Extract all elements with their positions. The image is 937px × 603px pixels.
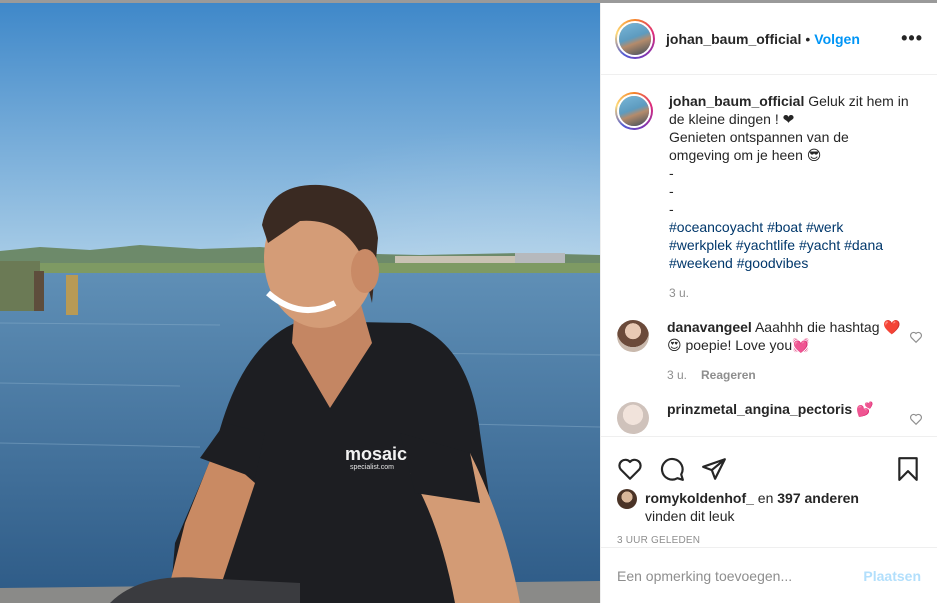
likes-connector: en xyxy=(757,490,774,506)
follow-button[interactable]: Volgen xyxy=(814,31,860,47)
liker-avatar[interactable] xyxy=(617,489,637,509)
add-comment-bar: Plaatsen xyxy=(601,547,937,603)
post-photo[interactable]: mosaic specialist.com xyxy=(0,3,600,603)
bookmark-icon[interactable] xyxy=(895,456,921,482)
commenter-avatar[interactable] xyxy=(615,318,651,354)
caption-avatar[interactable] xyxy=(615,92,653,130)
header-separator: • xyxy=(805,30,811,47)
post-header: johan_baum_official • Volgen ••• xyxy=(601,3,937,75)
comment-like-icon[interactable] xyxy=(909,330,923,344)
comment-item: danavangeel Aaahhh die hashtag ❤️😍 poepi… xyxy=(615,318,923,384)
caption: johan_baum_official Geluk zit hem in de … xyxy=(615,92,923,302)
caption-username[interactable]: johan_baum_official xyxy=(669,93,804,109)
hashtag-link[interactable]: #goodvibes xyxy=(737,255,809,271)
likes-count[interactable]: 397 anderen xyxy=(777,490,859,506)
likes-summary: romykoldenhof_ en 397 anderen vinden dit… xyxy=(601,489,937,525)
comment-like-icon[interactable] xyxy=(909,412,923,426)
author-avatar[interactable] xyxy=(615,18,655,59)
commenter-avatar[interactable] xyxy=(615,400,651,436)
action-bar xyxy=(601,437,937,489)
comments-list[interactable]: johan_baum_official Geluk zit hem in de … xyxy=(601,76,937,436)
hashtag-link[interactable]: #boat xyxy=(767,219,802,235)
caption-line2: Genieten ontspannen van de omgeving om j… xyxy=(669,129,849,163)
hashtag-link[interactable]: #dana xyxy=(844,237,883,253)
share-icon[interactable] xyxy=(701,456,727,482)
reply-button[interactable]: Reageren xyxy=(701,366,756,384)
caption-time[interactable]: 3 u. xyxy=(669,284,689,302)
likes-suffix: vinden dit leuk xyxy=(645,508,735,524)
post-timestamp[interactable]: 3 UUR GELEDEN xyxy=(601,535,937,546)
liker-username[interactable]: romykoldenhof_ xyxy=(645,490,754,506)
shirt-logo-sub: specialist.com xyxy=(350,464,394,471)
caption-dash: - xyxy=(669,165,674,181)
caption-dash: - xyxy=(669,201,674,217)
hashtag-link[interactable]: #weekend xyxy=(669,255,733,271)
comment-text: 💕 xyxy=(856,401,874,417)
hashtag-link[interactable]: #oceancoyacht xyxy=(669,219,763,235)
more-options-icon[interactable]: ••• xyxy=(901,28,923,49)
comment-input[interactable] xyxy=(617,567,864,584)
commenter-username[interactable]: prinzmetal_angina_pectoris xyxy=(667,401,852,417)
comment-item: prinzmetal_angina_pectoris 💕 xyxy=(615,400,923,436)
commenter-username[interactable]: danavangeel xyxy=(667,319,752,335)
post-side-panel: johan_baum_official • Volgen ••• johan_b… xyxy=(600,3,937,603)
hashtag-link[interactable]: #werkplek xyxy=(669,237,732,253)
hashtag-link[interactable]: #werk xyxy=(806,219,843,235)
caption-dash: - xyxy=(669,183,674,199)
heart-icon[interactable] xyxy=(617,456,643,482)
photo-scene: mosaic specialist.com xyxy=(0,3,600,603)
shirt-logo: mosaic xyxy=(345,444,407,464)
hashtag-link[interactable]: #yachtlife xyxy=(736,237,795,253)
author-username[interactable]: johan_baum_official xyxy=(666,31,801,47)
hashtag-link[interactable]: #yacht xyxy=(799,237,840,253)
post-comment-button[interactable]: Plaatsen xyxy=(863,568,921,584)
comment-time[interactable]: 3 u. xyxy=(667,366,687,384)
comment-icon[interactable] xyxy=(659,456,685,482)
